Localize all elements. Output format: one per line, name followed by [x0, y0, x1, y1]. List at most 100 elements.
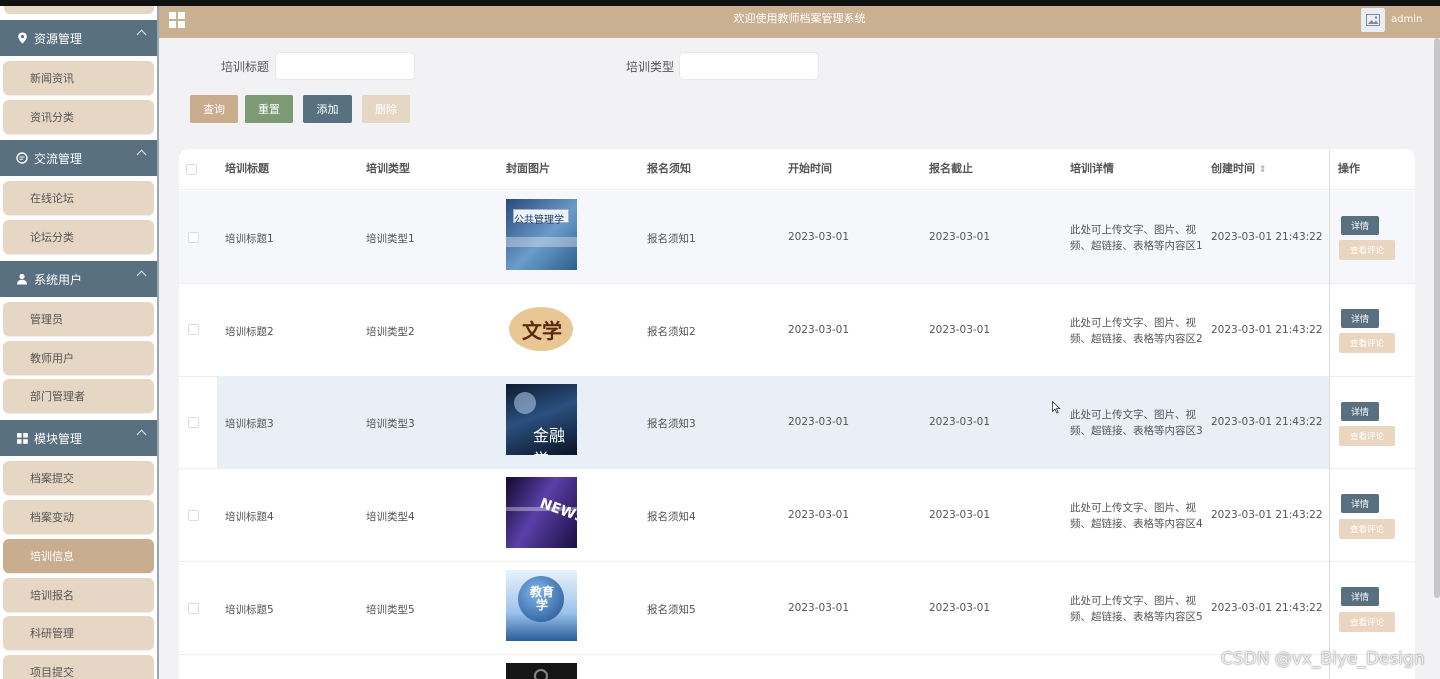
chevron-up-icon — [136, 29, 147, 40]
watermark-text: CSDN @vx_Biye_Design — [1221, 649, 1425, 669]
column-header[interactable]: 报名须知 — [647, 149, 691, 190]
sort-icon: ⇕ — [1258, 165, 1267, 175]
sidebar-item-admin[interactable]: 管理员 — [3, 302, 154, 336]
sidebar-top-item-partial[interactable] — [0, 6, 157, 16]
view-comments-button[interactable]: 查看评论 — [1339, 612, 1395, 632]
row-checkbox[interactable] — [188, 603, 199, 614]
training-type-input[interactable] — [679, 52, 819, 80]
sidebar-item-project-submit[interactable]: 项目提交 — [3, 655, 154, 679]
sidebar-group-communication[interactable]: 交流管理 — [0, 140, 157, 176]
table-row[interactable]: 培训标题4 培训类型4 NEWS 报名须知4 2023-03-01 2023-0… — [179, 469, 1415, 562]
cover-image[interactable]: 公共管理学 — [506, 199, 577, 270]
chevron-up-icon — [136, 270, 147, 281]
view-comments-button[interactable]: 查看评论 — [1339, 333, 1395, 353]
sidebar-group-resource[interactable]: 资源管理 — [0, 20, 157, 56]
detail-button[interactable]: 详情 — [1341, 587, 1379, 606]
column-header[interactable]: 报名截止 — [929, 149, 973, 190]
training-title-label: 培训标题 — [221, 60, 270, 74]
detail-button[interactable]: 详情 — [1341, 216, 1379, 235]
chat-icon — [16, 152, 28, 164]
cell-start: 2023-03-01 — [788, 416, 850, 428]
training-title-input[interactable] — [275, 52, 415, 80]
cover-image[interactable]: 文学 — [506, 295, 577, 366]
cell-type: 培训类型5 — [366, 604, 415, 616]
table-row[interactable]: 培训标题1 培训类型1 公共管理学 报名须知1 2023-03-01 2023-… — [179, 191, 1415, 284]
cell-type: 培训类型2 — [366, 326, 415, 338]
column-header-created[interactable]: 创建时间 ⇕ — [1211, 149, 1266, 190]
sidebar-group-modules[interactable]: 模块管理 — [0, 420, 157, 456]
cover-image[interactable]: 金融学 — [506, 384, 577, 455]
sidebar-item-news[interactable]: 新闻资讯 — [3, 61, 154, 95]
sidebar-item-forum-category[interactable]: 论坛分类 — [3, 220, 154, 254]
add-button[interactable]: 添加 — [303, 95, 352, 123]
cell-notice: 报名须知1 — [647, 233, 696, 245]
image-placeholder-icon — [1366, 14, 1380, 26]
sidebar-item-archive-submit[interactable]: 档案提交 — [3, 461, 154, 495]
cell-deadline: 2023-03-01 — [929, 324, 991, 336]
avatar[interactable] — [1361, 8, 1385, 32]
view-comments-button[interactable]: 查看评论 — [1339, 519, 1395, 539]
delete-button[interactable]: 删除 — [362, 95, 410, 123]
column-header[interactable]: 封面图片 — [506, 149, 550, 190]
training-type-label: 培训类型 — [626, 60, 675, 74]
column-header[interactable]: 开始时间 — [788, 149, 832, 190]
row-checkbox[interactable] — [188, 417, 199, 428]
sidebar: 资源管理 新闻资讯 资讯分类 交流管理 在线论坛 论坛分类 系统用户 管理员 教… — [0, 6, 159, 679]
cell-start: 2023-03-01 — [788, 324, 850, 336]
cover-image[interactable] — [506, 663, 577, 679]
table-header: 培训标题 培训类型 封面图片 报名须知 开始时间 报名截止 培训详情 创建时间 … — [179, 149, 1415, 190]
row-checkbox[interactable] — [188, 510, 199, 521]
view-comments-button[interactable]: 查看评论 — [1339, 426, 1395, 446]
location-pin-icon — [16, 32, 28, 44]
cell-type: 培训类型3 — [366, 418, 415, 430]
row-checkbox[interactable] — [188, 324, 199, 335]
detail-button[interactable]: 详情 — [1341, 402, 1379, 421]
cell-deadline: 2023-03-01 — [929, 231, 991, 243]
sidebar-group-label: 系统用户 — [34, 272, 83, 287]
cell-title: 培训标题3 — [225, 418, 274, 430]
cell-detail: 此处可上传文字、图片、视 频、超链接、表格等内容区3 — [1070, 409, 1203, 437]
column-header[interactable]: 培训类型 — [366, 149, 410, 190]
detail-button[interactable]: 详情 — [1341, 309, 1379, 328]
top-header: 欢迎使用教师档案管理系统 admin — [159, 6, 1440, 38]
cell-title: 培训标题2 — [225, 326, 274, 338]
cell-type: 培训类型4 — [366, 511, 415, 523]
cell-detail: 此处可上传文字、图片、视 频、超链接、表格等内容区4 — [1070, 502, 1203, 530]
sidebar-item-dept-managers[interactable]: 部门管理者 — [3, 379, 154, 413]
row-checkbox[interactable] — [188, 232, 199, 243]
chevron-up-icon — [136, 149, 147, 160]
cell-detail: 此处可上传文字、图片、视 频、超链接、表格等内容区2 — [1070, 317, 1203, 345]
detail-button[interactable]: 详情 — [1341, 494, 1379, 513]
sidebar-item-archive-change[interactable]: 档案变动 — [3, 500, 154, 534]
cell-title: 培训标题1 — [225, 233, 274, 245]
column-header[interactable]: 培训标题 — [225, 149, 269, 190]
cell-detail: 此处可上传文字、图片、视 频、超链接、表格等内容区5 — [1070, 595, 1203, 623]
cover-image[interactable]: 教育学 — [506, 570, 577, 641]
cell-created: 2023-03-01 21:43:22 — [1211, 602, 1323, 614]
sidebar-group-label: 模块管理 — [34, 431, 83, 446]
actions-column: 详情 查看评论 详情 查看评论 详情 查看评论 详情 查看评论 详情 查看评论 — [1329, 149, 1415, 679]
sidebar-item-training-signup[interactable]: 培训报名 — [3, 578, 154, 612]
cell-detail: 此处可上传文字、图片、视 频、超链接、表格等内容区1 — [1070, 224, 1203, 252]
sidebar-item-teacher-users[interactable]: 教师用户 — [3, 341, 154, 375]
column-header[interactable]: 培训详情 — [1070, 149, 1114, 190]
sidebar-item-training-info[interactable]: 培训信息 — [3, 539, 154, 573]
query-button[interactable]: 查询 — [190, 95, 238, 123]
sidebar-item-research[interactable]: 科研管理 — [3, 616, 154, 650]
select-all-checkbox[interactable] — [186, 164, 197, 175]
user-icon — [16, 273, 28, 285]
page-scrollbar[interactable] — [1434, 38, 1440, 598]
view-comments-button[interactable]: 查看评论 — [1339, 240, 1395, 260]
table-row[interactable]: 培训标题2 培训类型2 文学 报名须知2 2023-03-01 2023-03-… — [179, 284, 1415, 377]
sidebar-item-forum[interactable]: 在线论坛 — [3, 181, 154, 215]
sidebar-item-news-category[interactable]: 资讯分类 — [3, 100, 154, 134]
table-row[interactable]: 培训标题5 培训类型5 教育学 报名须知5 2023-03-01 2023-03… — [179, 562, 1415, 655]
cell-title: 培训标题4 — [225, 511, 274, 523]
sidebar-group-system-users[interactable]: 系统用户 — [0, 261, 157, 297]
cover-image[interactable]: NEWS — [506, 477, 577, 548]
cell-deadline: 2023-03-01 — [929, 509, 991, 521]
table-row[interactable]: 培训标题3 培训类型3 金融学 报名须知3 2023-03-01 2023-03… — [179, 376, 1415, 469]
reset-button[interactable]: 重置 — [245, 95, 293, 123]
cell-deadline: 2023-03-01 — [929, 416, 991, 428]
username[interactable]: admin — [1391, 6, 1422, 34]
